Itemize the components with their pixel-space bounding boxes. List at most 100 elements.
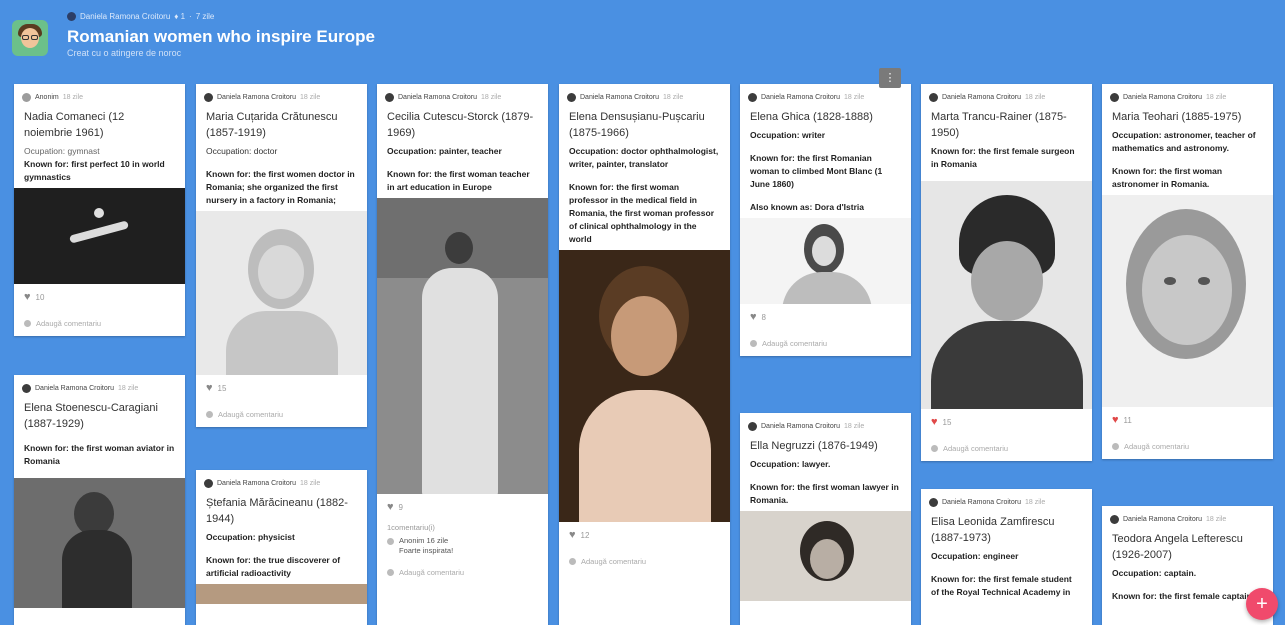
post-image[interactable]: [14, 478, 185, 608]
post-occupation: Occupation: doctor: [206, 146, 278, 156]
post-card[interactable]: Daniela Ramona Croitoru 18 zile Ștefania …: [196, 470, 367, 625]
post-card[interactable]: Daniela Ramona Croitoru 18 zile Ella Negr…: [740, 413, 911, 625]
heart-icon[interactable]: ♥: [569, 530, 576, 541]
post-author: Daniela Ramona Croitoru: [1123, 516, 1202, 523]
post-occupation: Occupation: painter, teacher: [387, 146, 502, 156]
board-author[interactable]: Daniela Ramona Croitoru: [80, 12, 170, 21]
post-card[interactable]: Daniela Ramona Croitoru 18 zile Elisa Leo…: [921, 489, 1092, 625]
post-known-for: Known for: the first woman professor in …: [569, 182, 714, 244]
board-avatar[interactable]: [12, 20, 48, 56]
heart-icon[interactable]: ♥: [387, 502, 394, 513]
post-author: Daniela Ramona Croitoru: [942, 94, 1021, 101]
like-count: 12: [580, 531, 590, 540]
post-title: Maria Teohari (1885-1975): [1112, 111, 1242, 123]
post-occupation: Occupation: doctor ophthalmologist, writ…: [569, 146, 719, 169]
board-subtitle: Creat cu o atingere de noroc: [67, 48, 182, 58]
post-title: Maria Cuțarida Crătunescu (1857-1919): [206, 111, 338, 139]
user-icon: [748, 422, 757, 431]
add-comment[interactable]: Adaugă comentariu: [1102, 426, 1273, 459]
board-title: Romanian women who inspire Europe: [67, 27, 375, 46]
post-image[interactable]: [559, 250, 730, 522]
comment-icon: [387, 569, 394, 576]
comment-item: Anonim 16 zile Foarte inspirata!: [377, 534, 548, 558]
user-icon: [567, 93, 576, 102]
board-meta: Daniela Ramona Croitoru ♦ 1 · 7 zile: [67, 12, 214, 21]
add-comment[interactable]: Adaugă comentariu: [921, 428, 1092, 461]
post-card[interactable]: Daniela Ramona Croitoru 18 zile Maria Cuț…: [196, 84, 367, 427]
like-count: 10: [35, 293, 45, 302]
like-count: 8: [761, 313, 766, 322]
post-time: 18 zile: [62, 94, 83, 101]
post-title: Cecilia Cutescu-Storck (1879-1969): [387, 111, 534, 139]
user-icon: [1110, 93, 1119, 102]
add-comment[interactable]: Adaugă comentariu: [14, 303, 185, 336]
post-image[interactable]: [196, 211, 367, 375]
post-title: Elisa Leonida Zamfirescu (1887-1973): [931, 516, 1055, 544]
post-time: 18 zile: [1205, 516, 1227, 523]
heart-icon[interactable]: ♥: [750, 312, 757, 323]
add-post-button[interactable]: +: [1246, 588, 1278, 620]
user-icon: [1110, 515, 1119, 524]
post-known-for: Known for: the true discoverer of artifi…: [206, 555, 341, 578]
post-time: 18 zile: [1205, 94, 1227, 101]
post-card[interactable]: Daniela Ramona Croitoru 18 zile Elena Den…: [559, 84, 730, 625]
post-known-for: Known for: the first women doctor in Rom…: [206, 169, 355, 205]
post-image[interactable]: [921, 181, 1092, 409]
heart-icon[interactable]: ♥: [931, 417, 938, 428]
post-known-for: Known for: the first female student of t…: [931, 574, 1072, 597]
post-card[interactable]: Daniela Ramona Croitoru 18 zile Maria Teo…: [1102, 84, 1273, 459]
comment-icon: [1112, 443, 1119, 450]
post-title: Ella Negruzzi (1876-1949): [750, 440, 878, 452]
post-image[interactable]: [740, 218, 911, 304]
comments-count[interactable]: 1comentariu(i): [377, 513, 548, 534]
user-icon: [22, 384, 31, 393]
post-card[interactable]: Daniela Ramona Croitoru 18 zile Marta Tra…: [921, 84, 1092, 461]
post-title: Elena Stoenescu-Caragiani (1887-1929): [24, 402, 158, 430]
post-known-for: Known for: the first woman astronomer in…: [1112, 166, 1223, 189]
post-also-known: Also known as: Dora d'Istria: [750, 202, 864, 212]
post-time: 18 zile: [843, 423, 865, 430]
post-image[interactable]: [196, 584, 367, 604]
post-card[interactable]: Daniela Ramona Croitoru 18 zile Cecilia C…: [377, 84, 548, 625]
post-author: Daniela Ramona Croitoru: [761, 423, 840, 430]
post-title: Nadia Comaneci (12 noiembrie 1961): [24, 111, 125, 139]
user-icon: [204, 93, 213, 102]
comment-icon: [750, 340, 757, 347]
post-image[interactable]: [377, 198, 548, 494]
user-icon: [929, 498, 938, 507]
comment-author: Anonim 16 zile: [399, 536, 449, 545]
add-comment[interactable]: Adaugă comentariu: [740, 323, 911, 356]
post-author: Daniela Ramona Croitoru: [761, 94, 840, 101]
heart-icon[interactable]: ♥: [1112, 415, 1119, 426]
post-image[interactable]: [14, 188, 185, 284]
post-author: Daniela Ramona Croitoru: [398, 94, 477, 101]
board-header: Daniela Ramona Croitoru ♦ 1 · 7 zile Rom…: [0, 0, 1285, 82]
post-author: Daniela Ramona Croitoru: [217, 94, 296, 101]
post-card[interactable]: Daniela Ramona Croitoru 18 zile Elena Ghi…: [740, 84, 911, 356]
post-card[interactable]: Daniela Ramona Croitoru 18 zile Elena Sto…: [14, 375, 185, 625]
post-card[interactable]: Anonim 18 zile Nadia Comaneci (12 noiembr…: [14, 84, 185, 336]
heart-icon[interactable]: ♥: [24, 292, 31, 303]
post-occupation: Occupation: astronomer, teacher of mathe…: [1112, 130, 1256, 153]
post-occupation: Ocupation: gymnast: [24, 146, 100, 156]
post-time: 18 zile: [662, 94, 684, 101]
post-title: Marta Trancu-Rainer (1875-1950): [931, 111, 1067, 139]
post-known-for: Known for: the first woman teacher in ar…: [387, 169, 530, 192]
post-image[interactable]: [1102, 195, 1273, 407]
post-menu-button[interactable]: ⋮: [879, 68, 901, 88]
post-known-for: Known for: the first woman aviator in Ro…: [24, 443, 175, 466]
post-title: Elena Densușianu-Pușcariu (1875-1966): [569, 111, 705, 139]
board-likes: ♦ 1: [174, 12, 186, 21]
heart-icon[interactable]: ♥: [206, 383, 213, 394]
add-comment[interactable]: Adaugă comentariu: [377, 558, 548, 585]
post-known-for: Known for: the first woman lawyer in Rom…: [750, 482, 899, 505]
add-comment[interactable]: Adaugă comentariu: [559, 541, 730, 574]
post-occupation: Occupation: lawyer.: [750, 459, 831, 469]
add-comment[interactable]: Adaugă comentariu: [196, 394, 367, 427]
post-image[interactable]: [740, 511, 911, 601]
user-icon: [385, 93, 394, 102]
user-icon: [748, 93, 757, 102]
post-known-for: Known for: the first female surgeon in R…: [931, 146, 1075, 169]
like-count: 15: [942, 418, 952, 427]
comment-icon: [569, 558, 576, 565]
